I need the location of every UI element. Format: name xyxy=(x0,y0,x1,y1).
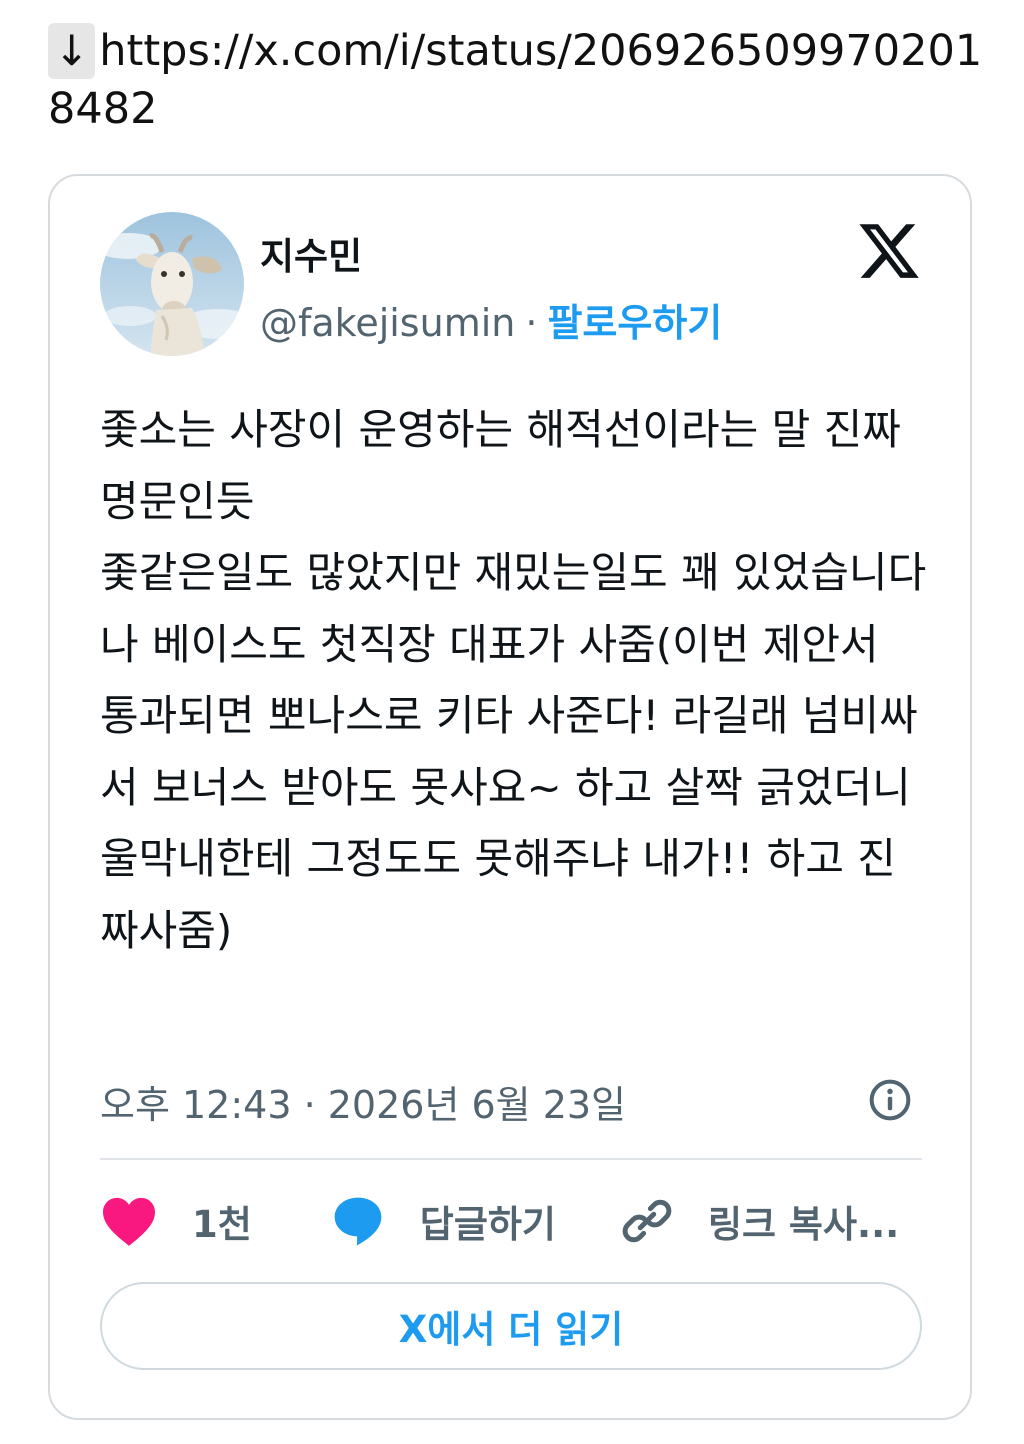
heart-icon xyxy=(103,1197,155,1246)
tweet-timestamp[interactable]: 오후 12:43 · 2026년 6월 23일 xyxy=(100,1074,626,1129)
speech-bubble-icon xyxy=(334,1197,382,1246)
tweet-embed-card: 지수민 @fakejisumin · 팔로우하기 좇소는 사장이 운영하는 해적선이… xyxy=(48,174,972,1420)
user-handle[interactable]: @fakejisumin xyxy=(260,301,515,345)
goat-avatar[interactable] xyxy=(100,212,244,356)
copy-link-label: 링크 복사... xyxy=(707,1203,900,1246)
reply-label: 답글하기 xyxy=(419,1203,556,1246)
info-icon[interactable] xyxy=(868,1078,912,1122)
like-button[interactable]: 1천 xyxy=(100,1194,252,1248)
read-more-on-x-button[interactable]: X에서 더 읽기 xyxy=(100,1282,922,1370)
download-arrow-icon: ↓ xyxy=(48,23,96,79)
divider xyxy=(100,1158,922,1160)
link-icon xyxy=(622,1199,672,1243)
goat-avatar-image xyxy=(100,212,244,356)
reply-button[interactable]: 답글하기 xyxy=(330,1193,556,1249)
display-name[interactable]: 지수민 xyxy=(260,226,362,280)
status-url[interactable]: https://x.com/i/status/20692650997020184… xyxy=(48,26,982,134)
like-count: 1천 xyxy=(192,1203,252,1246)
status-link[interactable]: ↓ https://x.com/i/status/2069265099702018… xyxy=(48,22,988,138)
tweet-text: 좇소는 사장이 운영하는 해적선이라는 말 진짜 명문인듯 좇같은일도 많았지만… xyxy=(100,405,927,955)
x-logo-icon[interactable] xyxy=(856,218,922,284)
action-bar: 1천 답글하기 링크 복사... xyxy=(100,1188,922,1254)
handle-row: @fakejisumin · 팔로우하기 xyxy=(260,292,722,347)
separator-dot: · xyxy=(525,301,538,345)
follow-button[interactable]: 팔로우하기 xyxy=(547,301,722,345)
copy-link-button[interactable]: 링크 복사... xyxy=(620,1194,899,1248)
